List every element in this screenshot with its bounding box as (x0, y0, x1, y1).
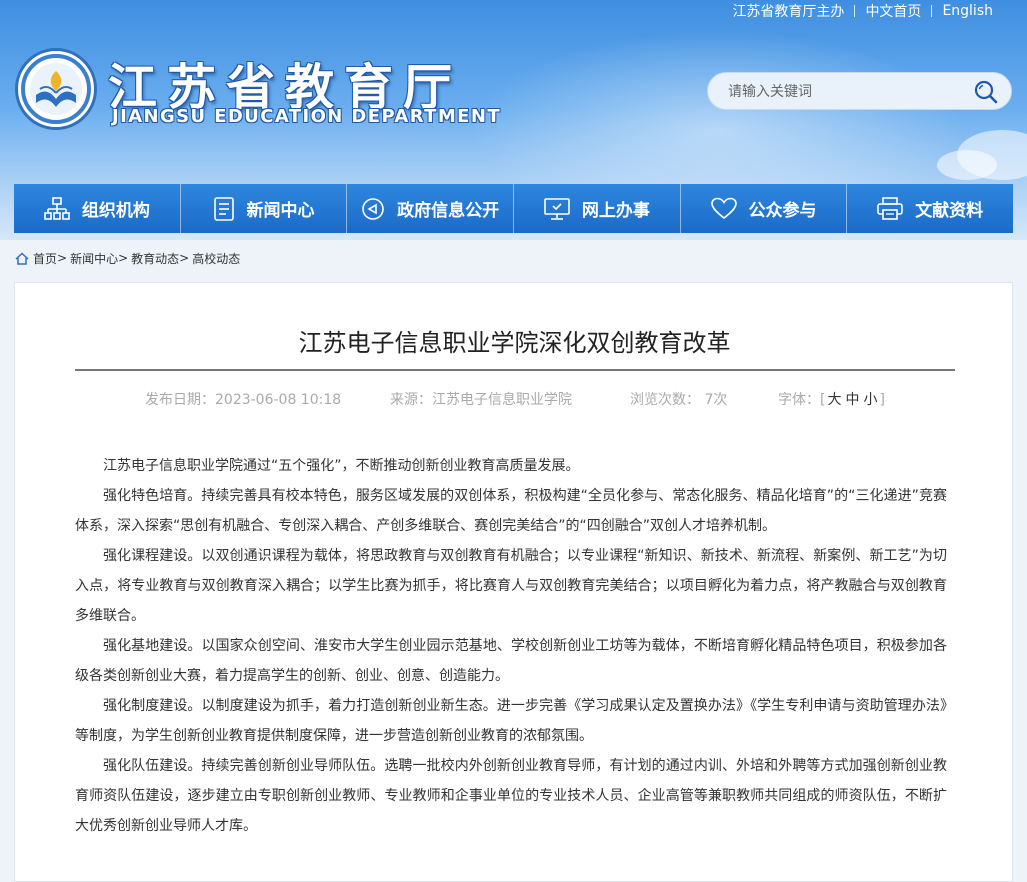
breadcrumb: 首页 > 新闻中心 > 教育动态 > 高校动态 (15, 250, 240, 266)
breadcrumb-education-news[interactable]: 教育动态 (131, 250, 179, 267)
top-link-chinese-home[interactable]: 中文首页 (855, 1, 931, 21)
site-title-english: JIANGSU EDUCATION DEPARTMENT (112, 106, 502, 127)
main-nav: 组织机构 新闻中心 政府信息公开 网上办事 公众参与 文献资料 (14, 184, 1013, 233)
article-source: 来源：江苏电子信息职业学院 (390, 392, 572, 408)
announcement-icon (362, 197, 384, 220)
publish-date: 发布日期：2023-06-08 10:18 (145, 392, 342, 408)
font-size-medium-button[interactable]: 中 (843, 392, 861, 408)
view-count: 浏览次数： 7次 (630, 392, 728, 408)
nav-item-label: 政府信息公开 (397, 201, 500, 221)
breadcrumb-university-news[interactable]: 高校动态 (192, 250, 240, 267)
emblem-icon (21, 54, 91, 124)
printer-icon (877, 196, 903, 220)
header-cloud (937, 150, 997, 180)
document-icon (213, 196, 234, 221)
heart-icon (710, 197, 737, 219)
font-size-small-button[interactable]: 小 (861, 392, 879, 408)
article-paragraph: 强化特色培育。持续完善具有校本特色，服务区域发展的双创体系，积极构建“全员化参与… (75, 488, 947, 534)
top-link-english[interactable]: English (932, 3, 1003, 19)
nav-item-label: 公众参与 (748, 201, 817, 221)
breadcrumb-separator: > (118, 251, 129, 265)
top-links: 江苏省教育厅主办 中文首页 English (722, 2, 1003, 20)
nav-item-gov-info[interactable]: 政府信息公开 (347, 184, 515, 233)
top-link-sponsor: 江苏省教育厅主办 (732, 4, 845, 20)
search-button[interactable] (973, 79, 999, 105)
search-input[interactable] (726, 81, 970, 103)
font-size-label: 字体： (778, 392, 820, 408)
title-divider (75, 369, 955, 371)
article-paragraph: 强化队伍建设。持续完善创新创业导师队伍。选聘一批校内外创新创业教育导师，有计划的… (75, 758, 947, 834)
article-paragraph: 江苏电子信息职业学院通过“五个强化”，不断推动创新创业教育高质量发展。 (103, 458, 580, 474)
breadcrumb-separator: > (57, 251, 68, 265)
search-box (707, 72, 1012, 110)
article-paragraph: 强化制度建设。以制度建设为抓手，着力打造创新创业新生态。进一步完善《学习成果认定… (75, 698, 947, 744)
breadcrumb-separator: > (179, 251, 190, 265)
nav-item-online-services[interactable]: 网上办事 (514, 184, 681, 233)
breadcrumb-news-center[interactable]: 新闻中心 (70, 250, 118, 267)
article-title: 江苏电子信息职业学院深化双创教育改革 (298, 329, 731, 357)
nav-item-news[interactable]: 新闻中心 (181, 184, 348, 233)
nav-item-label: 新闻中心 (246, 201, 315, 221)
search-icon (974, 80, 998, 104)
department-emblem-logo[interactable] (15, 48, 97, 130)
nav-item-documents[interactable]: 文献资料 (847, 184, 1013, 233)
article-paragraph: 强化课程建设。以双创通识课程为载体，将思政教育与双创教育有机融合；以专业课程“新… (75, 548, 947, 624)
nav-item-label: 组织机构 (81, 201, 150, 221)
font-size-control: 字体：[大中小] (778, 389, 885, 409)
org-chart-icon (44, 196, 70, 220)
nav-item-public-participation[interactable]: 公众参与 (681, 184, 848, 233)
home-icon (15, 251, 29, 265)
monitor-icon (544, 197, 570, 220)
nav-item-organization[interactable]: 组织机构 (14, 184, 181, 233)
nav-item-label: 网上办事 (581, 201, 650, 221)
article-paragraph: 强化基地建设。以国家众创空间、淮安市大学生创业园示范基地、学校创新创业工坊等为载… (75, 638, 947, 684)
article-panel: 江苏电子信息职业学院深化双创教育改革 发布日期：2023-06-08 10:18… (14, 282, 1013, 882)
font-size-large-button[interactable]: 大 (825, 392, 843, 408)
font-size-bracket-close: ] (879, 392, 885, 408)
nav-item-label: 文献资料 (915, 201, 984, 221)
breadcrumb-home[interactable]: 首页 (33, 250, 57, 267)
article-body: 江苏电子信息职业学院通过“五个强化”，不断推动创新创业教育高质量发展。 强化特色… (75, 451, 947, 841)
